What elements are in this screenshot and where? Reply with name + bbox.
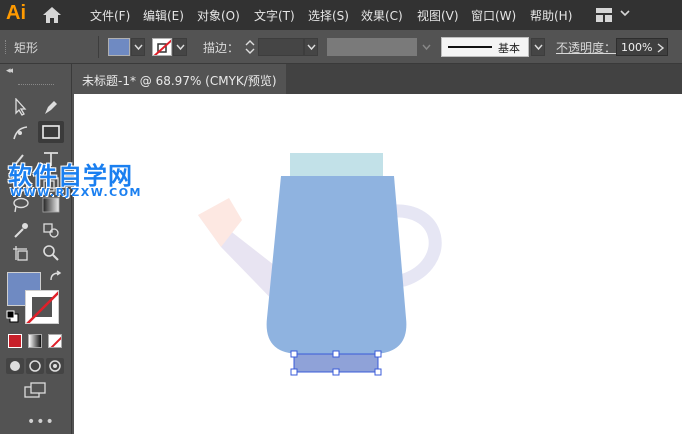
gradient-mode-button[interactable] bbox=[28, 334, 42, 348]
variable-width-dropdown[interactable] bbox=[419, 38, 433, 56]
chevron-down-icon[interactable] bbox=[620, 8, 630, 18]
menu-window[interactable]: 窗口(W) bbox=[471, 7, 516, 24]
fill-dropdown-button[interactable] bbox=[131, 38, 145, 56]
object-type-label: 矩形 bbox=[14, 41, 39, 55]
panel-grip[interactable] bbox=[18, 84, 54, 86]
blend-tool[interactable] bbox=[38, 219, 64, 241]
menu-type[interactable]: 文字(T) bbox=[254, 7, 295, 24]
tools-panel: ◂◂ ••• bbox=[0, 64, 72, 434]
workspace-grid-icon[interactable] bbox=[596, 8, 612, 22]
rectangle-icon bbox=[42, 125, 60, 139]
illustrator-window: Ai 文件(F) 编辑(E) 对象(O) 文字(T) 选择(S) 效果(C) 视… bbox=[0, 0, 682, 434]
draw-normal-icon bbox=[10, 361, 20, 371]
brush-name: 基本 bbox=[498, 42, 520, 55]
swap-fill-stroke-icon[interactable] bbox=[48, 270, 64, 284]
chevron-down-icon bbox=[307, 44, 316, 51]
chevron-down-icon bbox=[134, 44, 143, 51]
opacity-label[interactable]: 不透明度： bbox=[556, 39, 616, 56]
control-bar: 矩形 描边： 基本 不透明度： 100% bbox=[0, 30, 682, 64]
eyedropper-icon bbox=[14, 223, 28, 238]
menu-help[interactable]: 帮助(H) bbox=[530, 7, 572, 24]
artboard-tool[interactable] bbox=[8, 242, 34, 264]
draw-normal-button[interactable] bbox=[6, 358, 24, 374]
draw-inside-button[interactable] bbox=[46, 358, 64, 374]
opacity-value: 100% bbox=[621, 41, 653, 54]
artboard-icon bbox=[13, 246, 28, 261]
menu-edit[interactable]: 编辑(E) bbox=[143, 7, 184, 24]
none-stroke-icon bbox=[26, 291, 58, 323]
variable-width-profile[interactable] bbox=[327, 38, 417, 56]
stroke-weight-label: 描边： bbox=[203, 41, 240, 55]
more-tools-button[interactable]: ••• bbox=[27, 414, 55, 430]
divider bbox=[98, 36, 99, 58]
home-icon[interactable] bbox=[42, 6, 62, 24]
stroke-weight-stepper[interactable] bbox=[243, 38, 257, 56]
stroke-color-box[interactable] bbox=[25, 290, 59, 324]
chevron-down-icon bbox=[534, 44, 543, 51]
none-icon bbox=[50, 336, 61, 347]
chevron-down-icon bbox=[422, 44, 431, 51]
none-stroke-icon bbox=[153, 39, 171, 55]
app-logo: Ai bbox=[6, 2, 26, 24]
screen-mode-icon[interactable] bbox=[24, 382, 48, 400]
menu-bar: Ai 文件(F) 编辑(E) 对象(O) 文字(T) 选择(S) 效果(C) 视… bbox=[0, 0, 682, 30]
menu-view[interactable]: 视图(V) bbox=[417, 7, 459, 24]
menu-select[interactable]: 选择(S) bbox=[308, 7, 349, 24]
chevron-down-icon bbox=[176, 44, 185, 51]
brush-stroke-preview bbox=[448, 46, 492, 48]
teapot-artwork bbox=[198, 153, 442, 376]
artboard-canvas[interactable] bbox=[74, 94, 682, 434]
zoom-icon bbox=[43, 245, 59, 261]
pen-icon bbox=[45, 101, 57, 114]
chevron-right-icon[interactable] bbox=[656, 42, 665, 54]
watermark-url: WWW.RJZXW.COM bbox=[10, 186, 142, 199]
curvature-pen-icon bbox=[13, 126, 28, 140]
document-tab[interactable]: 未标题-1* @ 68.97% (CMYK/预览) bbox=[72, 64, 286, 94]
menu-file[interactable]: 文件(F) bbox=[90, 7, 130, 24]
menu-object[interactable]: 对象(O) bbox=[197, 7, 240, 24]
brush-dropdown[interactable] bbox=[531, 38, 545, 56]
none-mode-button[interactable] bbox=[48, 334, 62, 348]
eyedropper-tool[interactable] bbox=[8, 219, 34, 241]
lid-shape[interactable] bbox=[290, 153, 383, 176]
document-tab-bar: 未标题-1* @ 68.97% (CMYK/预览) bbox=[72, 64, 682, 94]
selection-tool[interactable] bbox=[8, 96, 34, 118]
fill-color-swatch[interactable] bbox=[108, 38, 130, 56]
stroke-dropdown-button[interactable] bbox=[173, 38, 187, 56]
default-fill-stroke-icon[interactable] bbox=[6, 310, 20, 324]
menu-effect[interactable]: 效果(C) bbox=[361, 7, 403, 24]
blend-icon bbox=[43, 223, 59, 238]
document-tab-title: 未标题-1* @ 68.97% (CMYK/预览) bbox=[82, 74, 277, 88]
curvature-tool[interactable] bbox=[8, 122, 34, 144]
rectangle-tool[interactable] bbox=[38, 121, 64, 143]
control-bar-grip[interactable] bbox=[5, 40, 7, 54]
brush-definition-field[interactable]: 基本 bbox=[441, 37, 529, 57]
collapse-panel-icon[interactable]: ◂◂ bbox=[6, 66, 13, 76]
stroke-weight-dropdown[interactable] bbox=[304, 38, 318, 56]
zoom-tool[interactable] bbox=[38, 242, 64, 264]
stroke-color-swatch[interactable] bbox=[152, 38, 172, 56]
selection-arrow-icon bbox=[15, 98, 27, 116]
opacity-input[interactable]: 100% bbox=[616, 38, 668, 56]
draw-inside-icon bbox=[49, 360, 61, 372]
color-mode-button[interactable] bbox=[8, 334, 22, 348]
draw-behind-button[interactable] bbox=[26, 358, 44, 374]
teapot-body-shape[interactable] bbox=[266, 176, 407, 354]
draw-behind-icon bbox=[29, 360, 41, 372]
stroke-weight-input[interactable] bbox=[258, 38, 304, 56]
pen-tool[interactable] bbox=[38, 96, 64, 118]
